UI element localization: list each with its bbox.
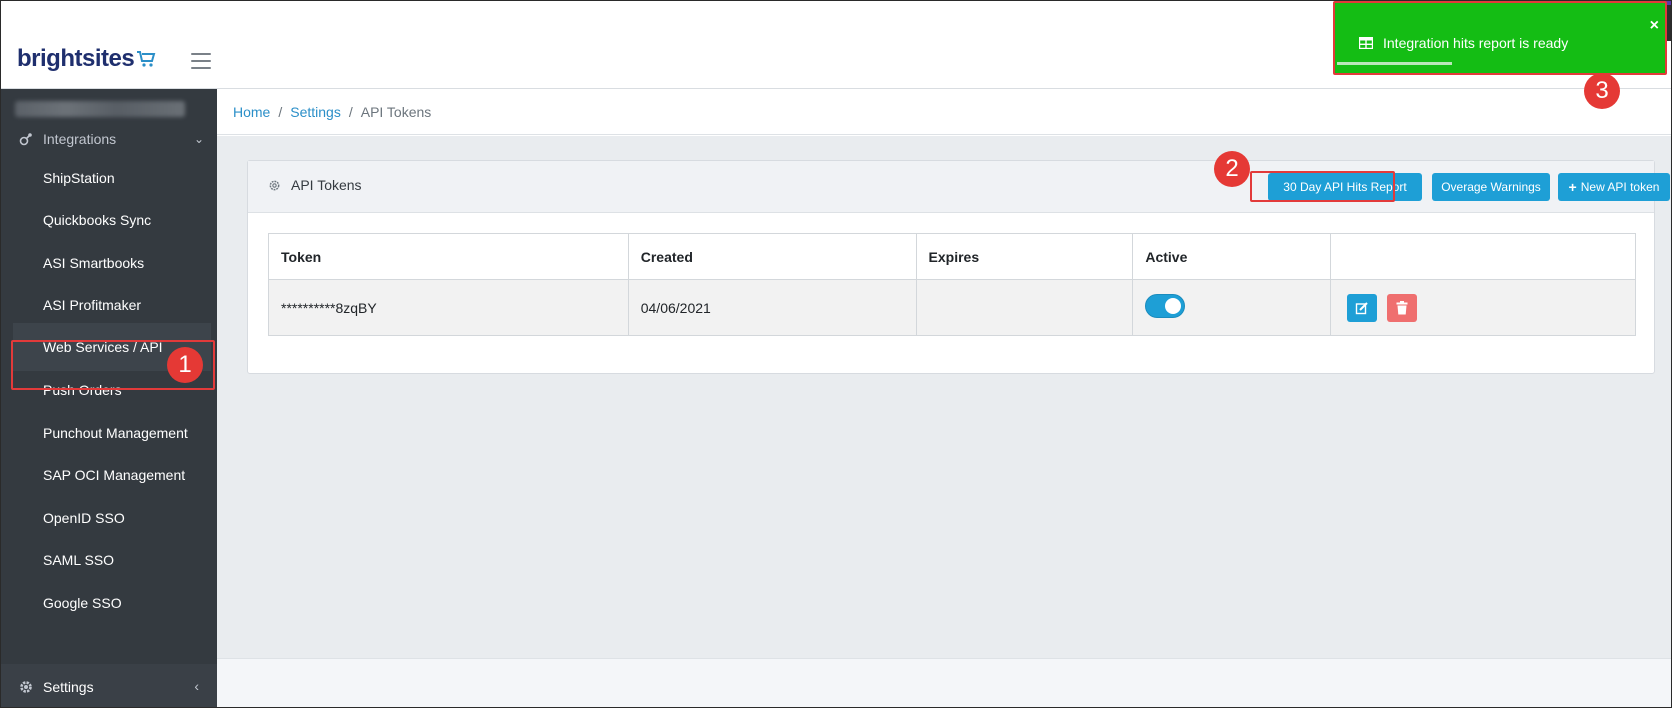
breadcrumb: Home / Settings / API Tokens (217, 89, 1671, 135)
annotation-badge-1: 1 (167, 347, 203, 383)
breadcrumb-separator: / (348, 103, 353, 120)
close-icon[interactable]: × (1650, 17, 1659, 35)
active-toggle[interactable] (1145, 294, 1186, 318)
sidebar-item-label: Punchout Management (43, 425, 188, 441)
column-header-actions (1330, 233, 1636, 280)
menu-toggle-icon[interactable] (191, 53, 211, 69)
new-api-token-button[interactable]: + New API token (1558, 173, 1670, 201)
sidebar-item-label: Push Orders (43, 382, 122, 398)
sidebar-item-saml-sso[interactable]: SAML SSO (43, 549, 213, 571)
sidebar-item-quickbooks-sync[interactable]: Quickbooks Sync (43, 209, 213, 231)
new-api-token-label: New API token (1580, 180, 1660, 194)
cart-icon (137, 51, 156, 67)
sidebar-item-label: ASI Profitmaker (43, 297, 142, 313)
api-tokens-table: Token Created Expires Active **********8… (268, 233, 1636, 336)
sidebar-blurred-account (15, 101, 185, 117)
column-header-token[interactable]: Token (268, 233, 629, 280)
card-title: API Tokens (268, 177, 362, 193)
edit-button[interactable] (1347, 293, 1378, 322)
gear-icon (20, 680, 32, 693)
api-hits-report-button[interactable]: 30 Day API Hits Report (1268, 173, 1422, 201)
card-title-text: API Tokens (291, 177, 362, 193)
gear-icon (269, 180, 280, 190)
brand-logo[interactable]: brightsites (17, 45, 156, 73)
toggle-knob (1165, 298, 1182, 314)
sidebar-item-label: SAML SSO (43, 552, 115, 568)
breadcrumb-settings[interactable]: Settings (290, 104, 341, 120)
column-header-active[interactable]: Active (1132, 233, 1332, 280)
annotation-badge-2: 2 (1214, 151, 1250, 187)
sidebar-item-asi-profitmaker[interactable]: ASI Profitmaker (43, 294, 213, 316)
main-content: API Tokens 30 Day API Hits Report Overag… (217, 136, 1671, 658)
sidebar: Integrations ⌄ ShipStation Quickbooks Sy… (1, 89, 217, 707)
overage-warnings-button[interactable]: Overage Warnings (1432, 173, 1550, 201)
token-cell: **********8zqBY (268, 279, 629, 336)
edit-icon (1356, 301, 1368, 314)
table-row: **********8zqBY 04/06/2021 (268, 279, 1636, 336)
trash-icon (1396, 300, 1408, 314)
sidebar-item-label: Web Services / API (43, 339, 163, 355)
toast-message: Integration hits report is ready (1359, 35, 1568, 51)
sidebar-item-label: Google SSO (43, 595, 122, 611)
sidebar-section-label: Integrations (43, 131, 117, 147)
card-header: API Tokens 30 Day API Hits Report Overag… (248, 161, 1670, 213)
active-cell (1132, 279, 1332, 336)
sidebar-item-label: Quickbooks Sync (43, 212, 152, 228)
sidebar-item-label: OpenID SSO (43, 510, 125, 526)
sidebar-item-label: SAP OCI Management (43, 467, 186, 483)
sidebar-item-label: ShipStation (43, 170, 115, 186)
expires-cell (915, 279, 1134, 336)
header-edge-strip (1665, 5, 1671, 41)
created-cell: 04/06/2021 (627, 279, 917, 336)
sidebar-settings-label: Settings (43, 678, 94, 695)
api-tokens-card: API Tokens 30 Day API Hits Report Overag… (247, 160, 1670, 374)
sidebar-item-sap-oci-management[interactable]: SAP OCI Management (43, 464, 213, 486)
sidebar-item-shipstation[interactable]: ShipStation (43, 167, 213, 189)
breadcrumb-separator: / (278, 103, 283, 120)
sidebar-item-openid-sso[interactable]: OpenID SSO (43, 507, 213, 529)
app-window: brightsites Integrations ⌄ ShipStation Q… (0, 0, 1672, 708)
toast-notification: Integration hits report is ready × (1335, 3, 1665, 73)
chevron-left-icon: ‹ (194, 678, 199, 694)
sidebar-item-settings[interactable]: Settings ‹ (1, 664, 217, 707)
delete-button[interactable] (1387, 293, 1418, 322)
table-icon (1359, 37, 1373, 49)
breadcrumb-current: API Tokens (360, 103, 432, 120)
page-footer (217, 658, 1671, 707)
column-header-expires[interactable]: Expires (915, 233, 1134, 280)
table-header-row: Token Created Expires Active (268, 233, 1636, 280)
column-header-created[interactable]: Created (627, 233, 917, 280)
chevron-down-icon: ⌄ (193, 132, 204, 146)
sidebar-item-punchout-management[interactable]: Punchout Management (43, 422, 213, 444)
annotation-badge-3: 3 (1584, 73, 1620, 109)
toast-progress-bar (1337, 62, 1452, 65)
brand-name: brightsites (17, 45, 135, 72)
sidebar-item-label: ASI Smartbooks (43, 255, 145, 271)
breadcrumb-home[interactable]: Home (233, 104, 270, 120)
toast-message-text: Integration hits report is ready (1383, 35, 1569, 51)
plus-icon: + (1568, 179, 1577, 195)
sidebar-section-integrations[interactable]: Integrations ⌄ (19, 129, 204, 149)
link-gear-icon (19, 133, 32, 146)
sidebar-item-asi-smartbooks[interactable]: ASI Smartbooks (43, 252, 213, 274)
actions-cell (1330, 279, 1636, 336)
sidebar-item-google-sso[interactable]: Google SSO (43, 592, 213, 614)
